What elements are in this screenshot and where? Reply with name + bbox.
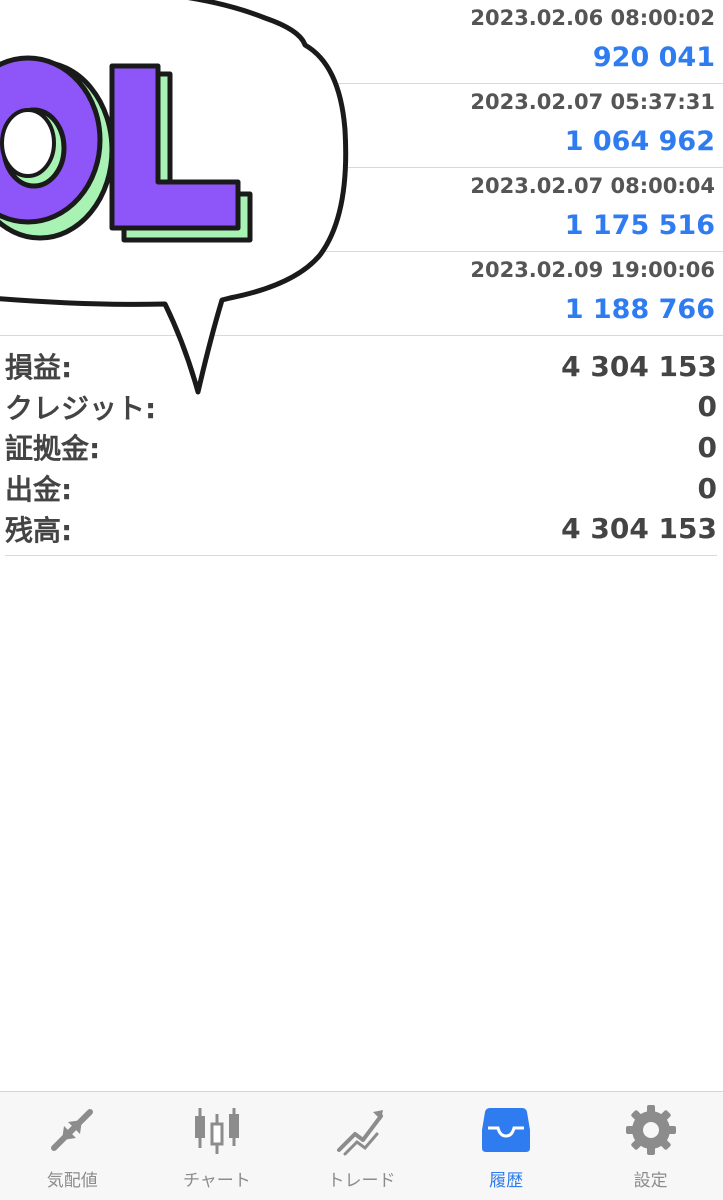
trade-row[interactable]: 2023.02.09 19:00:06 1 188 766 [0,252,723,336]
trade-profit: 920 041 [592,42,715,73]
tab-label: トレード [327,1171,396,1191]
tab-chart[interactable]: チャート [145,1092,290,1200]
trade-profit: 1 188 766 [564,294,715,325]
inbox-tray-icon [482,1108,531,1152]
summary-margin: 証拠金: 0 [5,427,717,468]
trade-time: 2023.02.06 08:00:02 [470,6,715,30]
trade-profit: 1 175 516 [564,210,715,241]
summary-label: クレジット: [5,391,157,425]
summary-withdrawal: 出金: 0 [5,468,717,509]
trade-time: 2023.02.09 19:00:06 [470,258,715,282]
summary-label: 損益: [5,351,73,385]
summary-value: 0 [697,430,717,464]
summary-value: 4 304 153 [561,349,717,383]
tab-label: 履歴 [489,1171,524,1191]
summary-value: 0 [697,390,717,424]
tab-label: 気配値 [46,1171,98,1191]
summary-value: 4 304 153 [561,512,717,546]
trade-row[interactable]: 2023.02.06 08:00:02 920 041 [0,0,723,84]
trade-profit: 1 064 962 [564,126,715,157]
account-summary: 損益: 4 304 153 クレジット: 0 証拠金: 0 出金: 0 残高: … [5,346,717,556]
trade-row[interactable]: 2023.02.07 08:00:04 1 175 516 [0,168,723,252]
tab-label: 設定 [633,1171,668,1191]
candlestick-chart-icon [194,1108,239,1154]
tab-history[interactable]: 履歴 [434,1092,579,1200]
summary-label: 残高: [5,513,73,547]
trade-time: 2023.02.07 05:37:31 [470,90,715,114]
tab-label: チャート [182,1171,251,1191]
summary-label: 出金: [5,473,73,507]
tab-quotes[interactable]: 気配値 [0,1092,145,1200]
tab-trade[interactable]: トレード [289,1092,434,1200]
summary-label: 証拠金: [5,432,101,466]
summary-profit: 損益: 4 304 153 [5,346,717,387]
summary-value: 0 [697,471,717,505]
tab-bar: 気配値 チャート トレード 履歴 設定 [0,1091,723,1200]
trade-trend-icon [337,1110,384,1156]
trade-time: 2023.02.07 08:00:04 [470,174,715,198]
tab-settings[interactable]: 設定 [578,1092,723,1200]
summary-credit: クレジット: 0 [5,387,717,428]
gear-icon [625,1105,676,1155]
quotes-arrows-icon [51,1109,94,1151]
summary-balance: 残高: 4 304 153 [5,508,717,549]
trade-row[interactable]: 2023.02.07 05:37:31 1 064 962 [0,84,723,168]
